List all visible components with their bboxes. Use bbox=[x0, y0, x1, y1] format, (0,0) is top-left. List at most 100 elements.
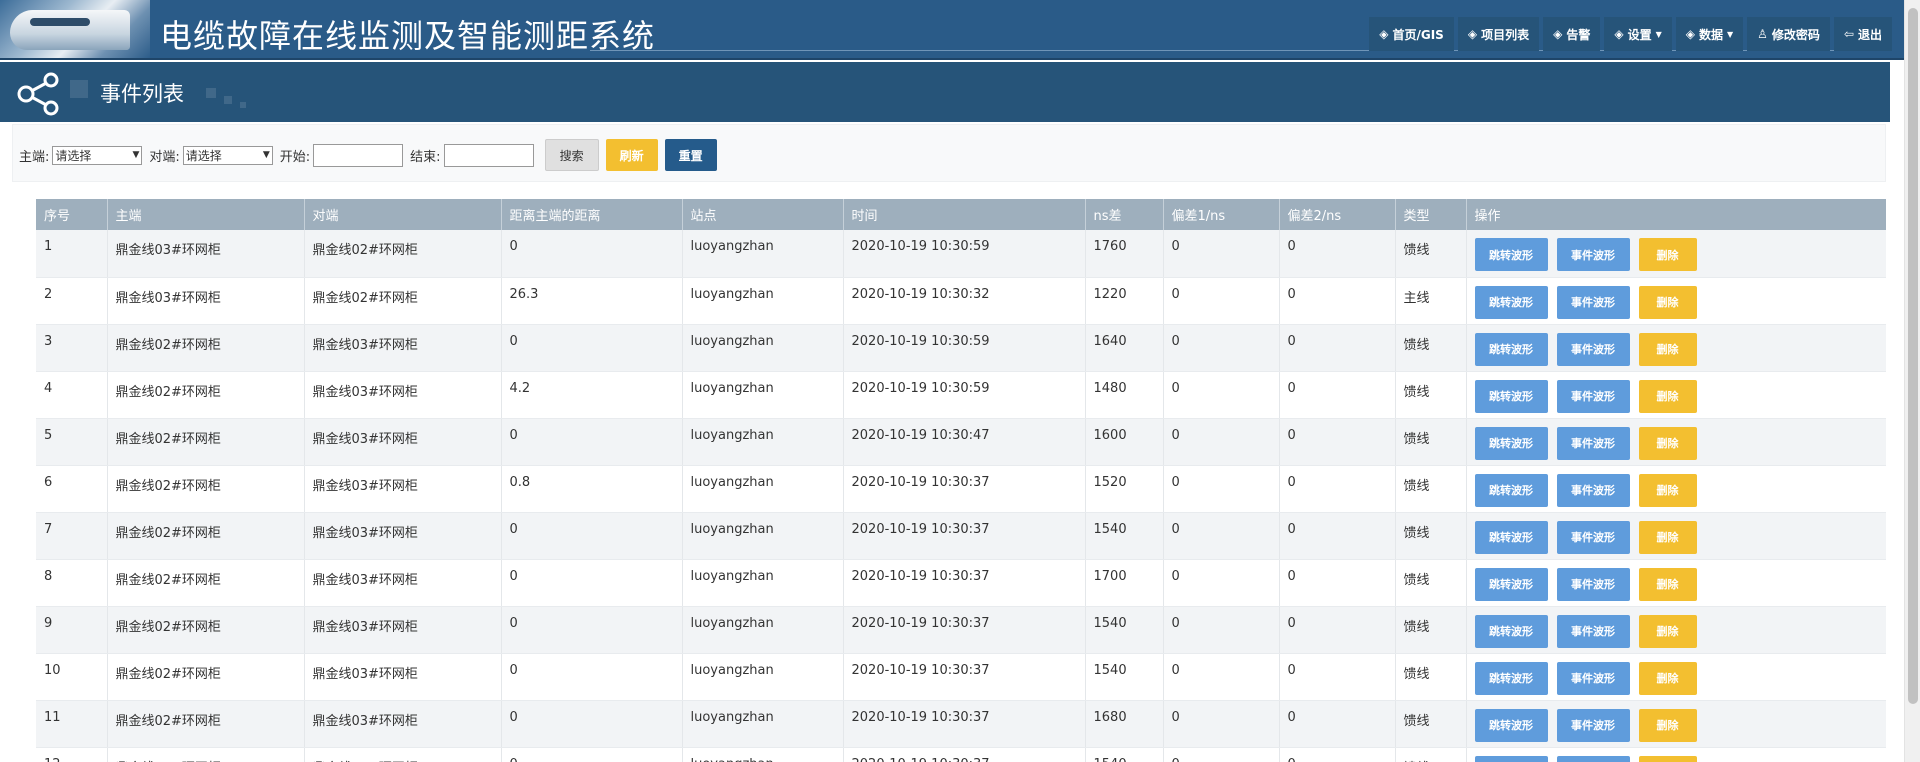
jump-waveform-button[interactable]: 跳转波形 bbox=[1474, 473, 1548, 507]
table-cell: 鼎金线03#环网柜 bbox=[304, 747, 502, 762]
table-cell: 鼎金线02#环网柜 bbox=[107, 653, 305, 701]
delete-button[interactable]: 删除 bbox=[1638, 520, 1697, 554]
table-cell: 2020-10-19 10:30:47 bbox=[843, 418, 1086, 466]
jump-waveform-button[interactable]: 跳转波形 bbox=[1474, 238, 1548, 271]
nav-item-5[interactable]: ♙ 修改密码 bbox=[1747, 17, 1830, 51]
jump-waveform-button[interactable]: 跳转波形 bbox=[1474, 520, 1548, 554]
delete-button[interactable]: 删除 bbox=[1638, 708, 1697, 742]
nav-item-4[interactable]: ◈ 数据 ▼ bbox=[1675, 17, 1744, 51]
start-input[interactable] bbox=[313, 143, 404, 167]
peer-end-label: 对端: bbox=[149, 149, 180, 165]
start-label: 开始: bbox=[279, 149, 311, 165]
table-row: 1 鼎金线03#环网柜 鼎金线02#环网柜 0 luoyangzhan 2020-10-1… bbox=[36, 230, 1886, 278]
table-cell: 0 bbox=[1279, 371, 1396, 419]
layers-icon: ◈ bbox=[1685, 27, 1695, 41]
column-header: 站点 bbox=[682, 199, 844, 230]
nav-item-label: 修改密码 bbox=[1771, 27, 1820, 42]
actions-cell: 跳转波形事件波形删除 bbox=[1466, 559, 1886, 607]
column-header: 序号 bbox=[36, 199, 108, 230]
event-waveform-button[interactable]: 事件波形 bbox=[1556, 755, 1630, 762]
jump-waveform-button[interactable]: 跳转波形 bbox=[1474, 661, 1548, 695]
jump-waveform-button[interactable]: 跳转波形 bbox=[1474, 755, 1548, 762]
event-waveform-button[interactable]: 事件波形 bbox=[1556, 567, 1630, 601]
table-cell: 0 bbox=[501, 653, 683, 701]
nav-item-6[interactable]: ⇦ 退出 bbox=[1833, 17, 1892, 51]
peer-end-select[interactable]: 请选择 ▼ bbox=[182, 145, 273, 165]
nav-item-0[interactable]: ◈ 首页/GIS bbox=[1369, 17, 1454, 51]
nav-item-2[interactable]: ◈ 告警 bbox=[1543, 17, 1601, 51]
main-end-select[interactable]: 请选择 ▼ bbox=[52, 145, 143, 165]
event-waveform-button[interactable]: 事件波形 bbox=[1556, 426, 1630, 460]
jump-waveform-button[interactable]: 跳转波形 bbox=[1474, 567, 1548, 601]
main-end-select-value: 请选择 bbox=[55, 148, 92, 163]
event-waveform-button[interactable]: 事件波形 bbox=[1556, 332, 1630, 366]
delete-button[interactable]: 删除 bbox=[1638, 426, 1697, 460]
table-body: 1 鼎金线03#环网柜 鼎金线02#环网柜 0 luoyangzhan 2020-10-1… bbox=[36, 230, 1886, 762]
jump-waveform-button[interactable]: 跳转波形 bbox=[1474, 426, 1548, 460]
nav-item-3[interactable]: ◈ 设置 ▼ bbox=[1604, 17, 1672, 51]
delete-button[interactable]: 删除 bbox=[1638, 332, 1697, 366]
table-cell: 0 bbox=[1279, 230, 1396, 278]
delete-button[interactable]: 删除 bbox=[1638, 567, 1697, 601]
table-cell: 鼎金线02#环网柜 bbox=[107, 700, 305, 748]
event-waveform-button[interactable]: 事件波形 bbox=[1556, 614, 1630, 648]
table-cell: 0 bbox=[1163, 418, 1280, 466]
nav-item-label: 数据 bbox=[1698, 27, 1723, 42]
share-icon bbox=[17, 72, 59, 116]
event-waveform-button[interactable]: 事件波形 bbox=[1556, 379, 1630, 413]
actions-cell: 跳转波形事件波形删除 bbox=[1466, 371, 1886, 419]
table-cell: 馈线 bbox=[1395, 465, 1467, 513]
actions-cell: 跳转波形事件波形删除 bbox=[1466, 512, 1886, 560]
delete-button[interactable]: 删除 bbox=[1638, 755, 1697, 762]
table-cell: luoyangzhan bbox=[682, 747, 844, 762]
end-label: 结束: bbox=[410, 149, 441, 165]
end-input[interactable] bbox=[443, 143, 534, 167]
event-waveform-button[interactable]: 事件波形 bbox=[1556, 520, 1630, 554]
table-cell: 2 bbox=[36, 277, 108, 325]
table-cell: 鼎金线02#环网柜 bbox=[107, 418, 305, 466]
actions-cell: 跳转波形事件波形删除 bbox=[1466, 277, 1886, 325]
table-cell: luoyangzhan bbox=[682, 418, 844, 466]
jump-waveform-button[interactable]: 跳转波形 bbox=[1474, 614, 1548, 648]
table-cell: 0 bbox=[1279, 277, 1396, 325]
search-button[interactable]: 搜索 bbox=[544, 139, 599, 171]
table-cell: 0 bbox=[501, 230, 683, 278]
table-cell: 0 bbox=[1163, 606, 1280, 654]
nav-item-1[interactable]: ◈ 项目列表 bbox=[1457, 17, 1540, 51]
table-cell: 11 bbox=[36, 700, 108, 748]
jump-waveform-button[interactable]: 跳转波形 bbox=[1474, 708, 1548, 742]
table-cell: 2020-10-19 10:30:37 bbox=[843, 700, 1086, 748]
nav-item-label: 退出 bbox=[1857, 27, 1882, 42]
delete-button[interactable]: 删除 bbox=[1638, 473, 1697, 507]
refresh-button[interactable]: 刷新 bbox=[605, 139, 658, 171]
table-cell: 鼎金线02#环网柜 bbox=[304, 230, 502, 278]
delete-button[interactable]: 删除 bbox=[1638, 661, 1697, 695]
table-row: 5 鼎金线02#环网柜 鼎金线03#环网柜 0 luoyangzhan 2020-10-1… bbox=[36, 418, 1886, 466]
event-waveform-button[interactable]: 事件波形 bbox=[1556, 285, 1630, 319]
jump-waveform-button[interactable]: 跳转波形 bbox=[1474, 332, 1548, 366]
delete-button[interactable]: 删除 bbox=[1638, 238, 1697, 271]
table-cell: 2020-10-19 10:30:32 bbox=[843, 277, 1086, 325]
table-cell: 4.2 bbox=[501, 371, 683, 419]
reset-button[interactable]: 重置 bbox=[664, 139, 717, 171]
jump-waveform-button[interactable]: 跳转波形 bbox=[1474, 285, 1548, 319]
table-cell: 鼎金线03#环网柜 bbox=[304, 465, 502, 513]
delete-button[interactable]: 删除 bbox=[1638, 379, 1697, 413]
table-cell: 2020-10-19 10:30:37 bbox=[843, 559, 1086, 607]
jump-waveform-button[interactable]: 跳转波形 bbox=[1474, 379, 1548, 413]
event-waveform-button[interactable]: 事件波形 bbox=[1556, 238, 1630, 271]
delete-button[interactable]: 删除 bbox=[1638, 614, 1697, 648]
table-cell: 馈线 bbox=[1395, 418, 1467, 466]
event-waveform-button[interactable]: 事件波形 bbox=[1556, 661, 1630, 695]
event-waveform-button[interactable]: 事件波形 bbox=[1556, 473, 1630, 507]
table-cell: 7 bbox=[36, 512, 108, 560]
event-waveform-button[interactable]: 事件波形 bbox=[1556, 708, 1630, 742]
table-cell: 1760 bbox=[1085, 230, 1164, 278]
delete-button[interactable]: 删除 bbox=[1638, 285, 1697, 319]
table-cell: 5 bbox=[36, 418, 108, 466]
table-cell: 26.3 bbox=[501, 277, 683, 325]
page-scrollbar[interactable] bbox=[1904, 0, 1920, 762]
table-cell: 0 bbox=[1163, 653, 1280, 701]
table-cell: 鼎金线02#环网柜 bbox=[107, 512, 305, 560]
scrollbar-thumb[interactable] bbox=[1908, 8, 1918, 704]
